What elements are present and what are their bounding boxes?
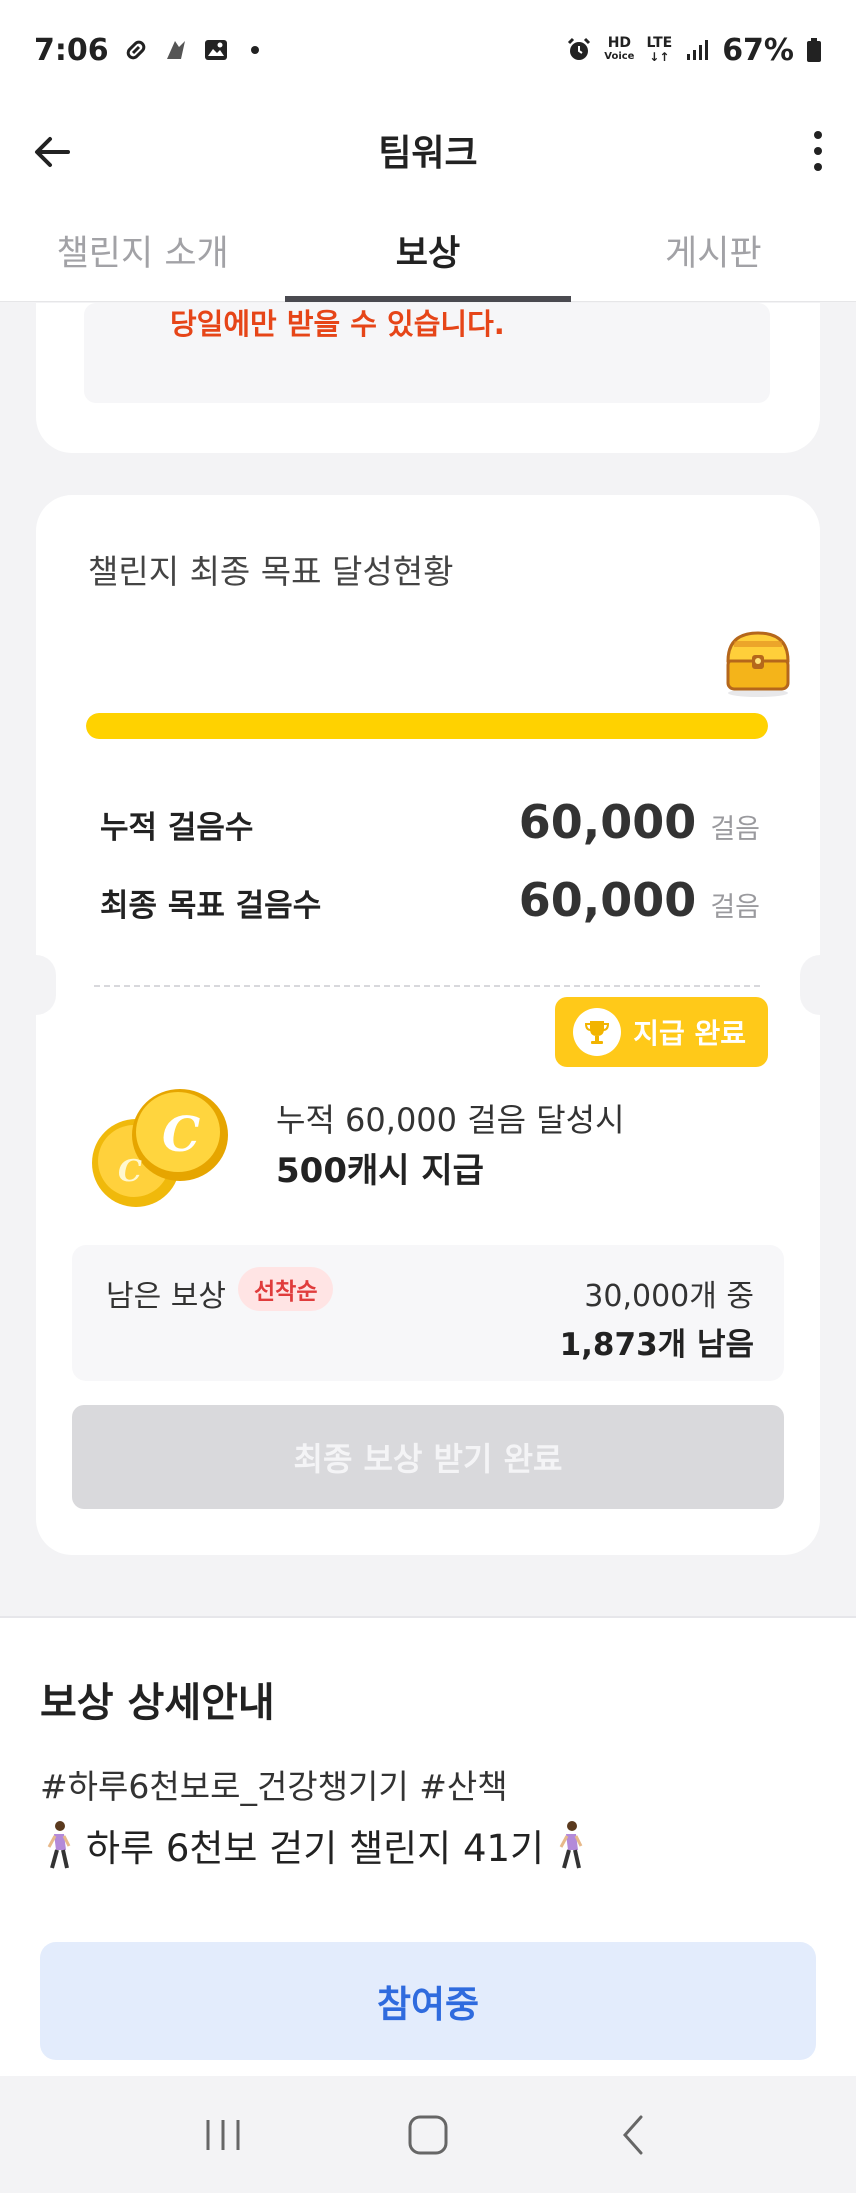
- pill-icon: [126, 40, 145, 60]
- status-left: 7:06: [34, 33, 259, 68]
- more-notifications-dot: [250, 46, 259, 54]
- cumulative-steps-label: 누적 걸음수: [100, 810, 254, 846]
- remaining-total: 30,000개 중: [584, 1279, 754, 1314]
- tab-challenge-intro[interactable]: 챌린지 소개: [0, 200, 285, 301]
- system-nav-bar: [0, 2076, 856, 2193]
- final-reward-claimed-button[interactable]: 최종 보상 받기 완료: [72, 1405, 784, 1509]
- lte-arrows-icon: ↓↑: [649, 50, 670, 64]
- status-bar: 7:06 HD Voice LTE ↓↑ 67%: [0, 0, 856, 100]
- page-title: 팀워크: [378, 133, 478, 174]
- home-icon: [408, 2115, 448, 2154]
- notice-box: 우 당일에만 받을 수 있습니다.: [84, 303, 770, 403]
- hd-label: HD: [607, 35, 632, 51]
- back-nav-button[interactable]: [603, 2105, 663, 2165]
- coins-icon: C C: [92, 1089, 228, 1207]
- trophy-icon: [573, 1008, 622, 1056]
- dashed-divider: [94, 985, 760, 987]
- back-nav-icon: [623, 2115, 643, 2154]
- walking-person-icon: [47, 1821, 71, 1869]
- target-steps-row: 최종 목표 걸음수 60,000 걸음: [100, 873, 760, 927]
- voice-label: Voice: [604, 51, 635, 62]
- challenge-name: 하루 6천보 걷기 챌린지 41기: [86, 1827, 545, 1870]
- paid-complete-label: 지급 완료: [633, 1017, 746, 1050]
- reward-detail-title: 보상 상세안내: [40, 1680, 275, 1726]
- paid-complete-badge: 지급 완료: [555, 997, 768, 1067]
- recent-apps-button[interactable]: [193, 2105, 253, 2165]
- scroll-content[interactable]: 우 당일에만 받을 수 있습니다. 챌린지 최종 목표 달성현황 누적 걸음수 …: [0, 303, 856, 1603]
- back-arrow-icon[interactable]: [30, 130, 74, 174]
- goal-card-title: 챌린지 최종 목표 달성현황: [88, 552, 454, 591]
- first-come-chip: 선착순: [238, 1267, 334, 1311]
- app-notification-icon: [166, 41, 185, 59]
- target-steps-value: 60,000: [518, 873, 697, 927]
- tab-bar: 챌린지 소개 보상 게시판: [0, 200, 856, 302]
- goal-card: 챌린지 최종 목표 달성현황 누적 걸음수 60,000 걸음 최종 목표 걸음…: [16, 495, 840, 1555]
- goal-progress-fill: [86, 713, 768, 739]
- reward-condition: 누적 60,000 걸음 달성시: [276, 1101, 625, 1139]
- hashtags: #하루6천보로_건강챙기기 #산책: [40, 1767, 508, 1806]
- target-steps-label: 최종 목표 걸음수: [100, 888, 322, 924]
- cumulative-steps-value: 60,000: [518, 795, 697, 849]
- home-button[interactable]: [398, 2105, 458, 2165]
- hd-voice-indicator: HD Voice: [604, 36, 634, 64]
- more-options-icon[interactable]: [806, 128, 830, 174]
- reward-detail-sheet: 보상 상세안내 #하루6천보로_건강챙기기 #산책 하루 6천보 걷기 챌린지 …: [0, 1616, 856, 2076]
- notice-card: 우 당일에만 받을 수 있습니다.: [36, 303, 820, 453]
- status-time: 7:06: [34, 32, 109, 68]
- ticket-notch-left: [16, 955, 56, 1015]
- treasure-chest-icon: [726, 631, 790, 697]
- tab-board[interactable]: 게시판: [571, 200, 856, 301]
- image-icon: [204, 40, 227, 60]
- ticket-notch-right: [800, 955, 840, 1015]
- walking-person-icon: [559, 1821, 583, 1869]
- lte-label: LTE: [646, 35, 673, 51]
- goal-progress-bar: [86, 713, 768, 739]
- reward-amount: 500캐시 지급: [276, 1151, 484, 1191]
- challenge-name-line: 하루 6천보 걷기 챌린지 41기: [40, 1818, 590, 1872]
- participating-button[interactable]: 참여중: [40, 1942, 816, 2060]
- status-right: HD Voice LTE ↓↑ 67%: [566, 33, 822, 68]
- remaining-rewards-label: 남은 보상: [106, 1279, 226, 1314]
- lte-indicator: LTE ↓↑: [646, 36, 672, 64]
- remaining-count: 1,873개 남음: [559, 1327, 754, 1363]
- svg-text:C: C: [118, 1154, 142, 1189]
- battery-icon: [807, 38, 821, 62]
- app-bar: 팀워크: [0, 100, 856, 200]
- svg-text:C: C: [162, 1107, 200, 1163]
- tab-reward[interactable]: 보상: [285, 200, 571, 302]
- notice-text: 당일에만 받을 수 있습니다.: [170, 307, 505, 341]
- battery-percent: 67%: [722, 32, 794, 68]
- alarm-icon: [568, 37, 591, 60]
- target-steps-unit: 걸음: [710, 892, 760, 923]
- recent-apps-icon: [206, 2119, 240, 2150]
- cumulative-steps-row: 누적 걸음수 60,000 걸음: [100, 795, 760, 849]
- signal-icon: [687, 40, 709, 60]
- remaining-rewards-box: 남은 보상 선착순 30,000개 중 1,873개 남음: [72, 1245, 784, 1381]
- cumulative-steps-unit: 걸음: [710, 814, 760, 845]
